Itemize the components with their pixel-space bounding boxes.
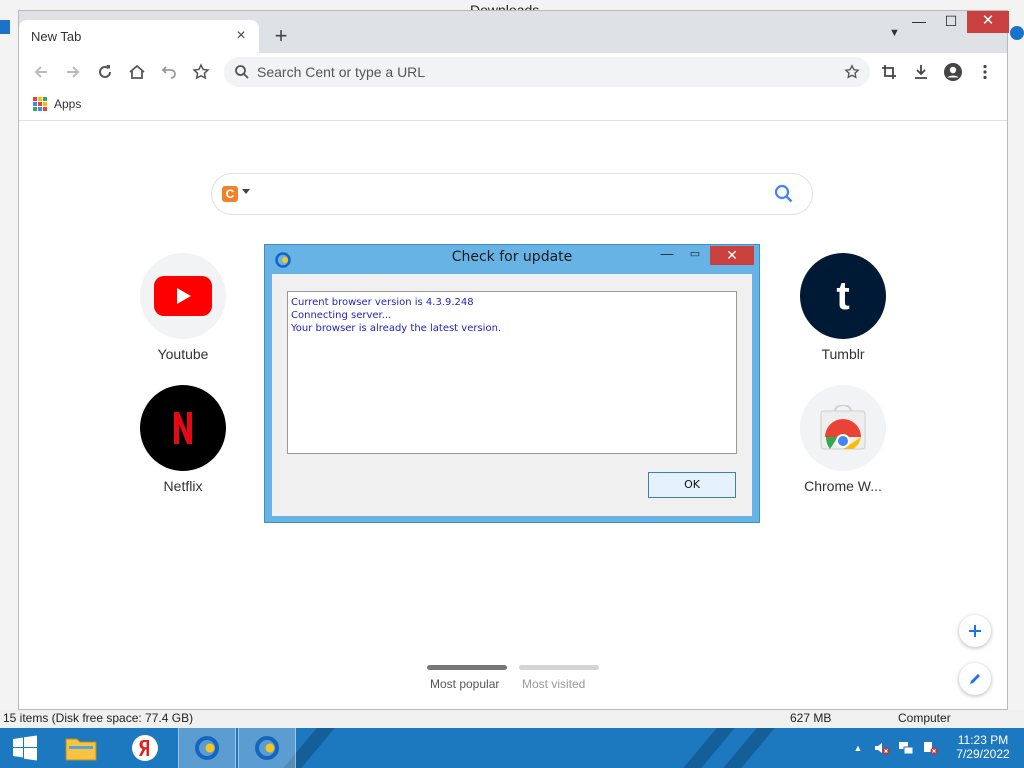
status-items: 15 items (Disk free space: 77.4 GB): [3, 711, 194, 725]
reload-icon: [99, 65, 111, 78]
ntp-search-icon: [774, 184, 793, 203]
plus-icon: [969, 625, 981, 637]
home-button[interactable]: [125, 60, 149, 84]
new-tab-button[interactable]: +: [269, 25, 293, 49]
system-clock[interactable]: 11:23 PM 7/29/2022: [948, 733, 1018, 761]
tile-netflix[interactable]: Netflix: [128, 385, 238, 494]
tab-strip: New Tab × + ▼ — ☐ ✕: [19, 11, 1009, 53]
dialog-maximize-button[interactable]: ▭: [685, 245, 705, 265]
tab-title: New Tab: [31, 29, 82, 44]
chrome-web-store-icon: [800, 385, 886, 471]
tile-youtube[interactable]: Youtube: [128, 253, 238, 362]
forward-arrow-icon: [67, 66, 80, 78]
start-button[interactable]: [0, 728, 50, 768]
bookmarks-button[interactable]: [189, 60, 213, 84]
dialog-body: Current browser version is 4.3.9.248 Con…: [272, 274, 752, 516]
downloads-button[interactable]: [909, 60, 933, 84]
dialog-minimize-button[interactable]: —: [657, 245, 677, 265]
reload-button[interactable]: [93, 60, 117, 84]
search-icon: [235, 65, 249, 79]
back-arrow-icon: [34, 66, 47, 78]
tile-label: Netflix: [163, 478, 203, 494]
apps-grid-icon[interactable]: [33, 97, 47, 111]
more-vert-icon: [983, 64, 987, 80]
action-center-icon[interactable]: [922, 740, 938, 756]
file-explorer-taskbar-button[interactable]: [52, 728, 110, 768]
address-bar[interactable]: Search Cent or type a URL: [224, 57, 870, 87]
crop-icon: [882, 65, 896, 79]
youtube-logo-icon: [140, 253, 226, 339]
engine-dropdown-icon[interactable]: [242, 189, 250, 194]
windows-logo-icon: [13, 735, 37, 761]
address-bar-placeholder: Search Cent or type a URL: [257, 64, 426, 80]
dialog-close-button[interactable]: ✕: [710, 246, 754, 265]
most-visited-tab[interactable]: Most visited: [522, 677, 585, 691]
tab-new-tab[interactable]: New Tab ×: [19, 20, 259, 53]
folder-icon: [65, 738, 97, 761]
cent-browser-update-taskbar-button[interactable]: [238, 728, 296, 768]
yandex-browser-taskbar-button[interactable]: [116, 728, 174, 768]
tile-tumblr[interactable]: t Tumblr: [788, 253, 898, 362]
home-icon: [129, 64, 145, 79]
network-icon[interactable]: [898, 740, 914, 756]
pencil-icon: [970, 674, 980, 684]
tumblr-logo-icon: t: [800, 253, 886, 339]
account-icon: [944, 63, 962, 81]
apps-shortcut[interactable]: Apps: [54, 97, 81, 111]
clock-date: 7/29/2022: [956, 747, 1010, 761]
download-icon: [915, 65, 927, 79]
tab-search-chevron-icon[interactable]: ▼: [889, 27, 900, 39]
show-hidden-icons-chevron[interactable]: ▲: [850, 740, 866, 756]
tile-label: Tumblr: [821, 346, 865, 362]
cent-browser-icon: [255, 736, 279, 760]
cent-browser-icon: [195, 736, 219, 760]
log-line: Current browser version is 4.3.9.248: [291, 297, 474, 308]
log-line: Your browser is already the latest versi…: [291, 323, 502, 334]
bookmarks-bar: Apps: [19, 91, 1007, 121]
netflix-logo-icon: [140, 385, 226, 471]
add-shortcut-button[interactable]: [959, 615, 991, 647]
toolbar: Search Cent or type a URL: [19, 53, 1007, 91]
ntp-search-box[interactable]: C: [211, 173, 813, 215]
taskbar-decoration: [723, 728, 775, 768]
undo-icon: [161, 66, 176, 79]
status-size: 627 MB: [790, 711, 832, 725]
status-location: Computer: [898, 711, 951, 725]
tile-label: Chrome W...: [804, 478, 882, 494]
most-popular-indicator[interactable]: [427, 665, 507, 670]
yandex-icon: [132, 735, 158, 761]
clock-time: 11:23 PM: [957, 733, 1009, 747]
log-line: Connecting server...: [291, 310, 392, 321]
forward-button[interactable]: [61, 60, 85, 84]
crop-button[interactable]: [877, 60, 901, 84]
search-engine-icon[interactable]: C: [222, 186, 238, 202]
minimize-button[interactable]: —: [904, 11, 934, 33]
profile-button[interactable]: [941, 60, 965, 84]
background-status-bar: 15 items (Disk free space: 77.4 GB) 627 …: [0, 710, 1024, 728]
taskbar: ▲ 11:23 PM 7/29/2022: [0, 728, 1024, 768]
star-icon: [192, 63, 210, 80]
tile-chrome-web-store[interactable]: Chrome W...: [788, 385, 898, 494]
help-icon[interactable]: [1010, 26, 1024, 40]
most-popular-tab[interactable]: Most popular: [430, 677, 499, 691]
maximize-button[interactable]: ☐: [936, 11, 966, 33]
update-log-textbox[interactable]: Current browser version is 4.3.9.248 Con…: [287, 291, 737, 454]
check-update-dialog: Check for update — ▭ ✕ Current browser v…: [264, 244, 760, 523]
bookmark-star-icon[interactable]: [842, 62, 862, 82]
ok-button[interactable]: OK: [648, 472, 736, 498]
undo-close-button[interactable]: [157, 60, 181, 84]
tile-label: Youtube: [157, 346, 209, 362]
tab-close-icon[interactable]: ×: [231, 26, 251, 46]
most-visited-indicator[interactable]: [519, 665, 599, 670]
background-left-strip: [0, 20, 10, 34]
back-button[interactable]: [29, 60, 53, 84]
menu-button[interactable]: [973, 60, 997, 84]
edit-button[interactable]: [959, 663, 991, 695]
cent-browser-taskbar-button[interactable]: [178, 728, 236, 768]
volume-muted-icon[interactable]: [874, 740, 890, 756]
close-button[interactable]: ✕: [967, 11, 1009, 33]
